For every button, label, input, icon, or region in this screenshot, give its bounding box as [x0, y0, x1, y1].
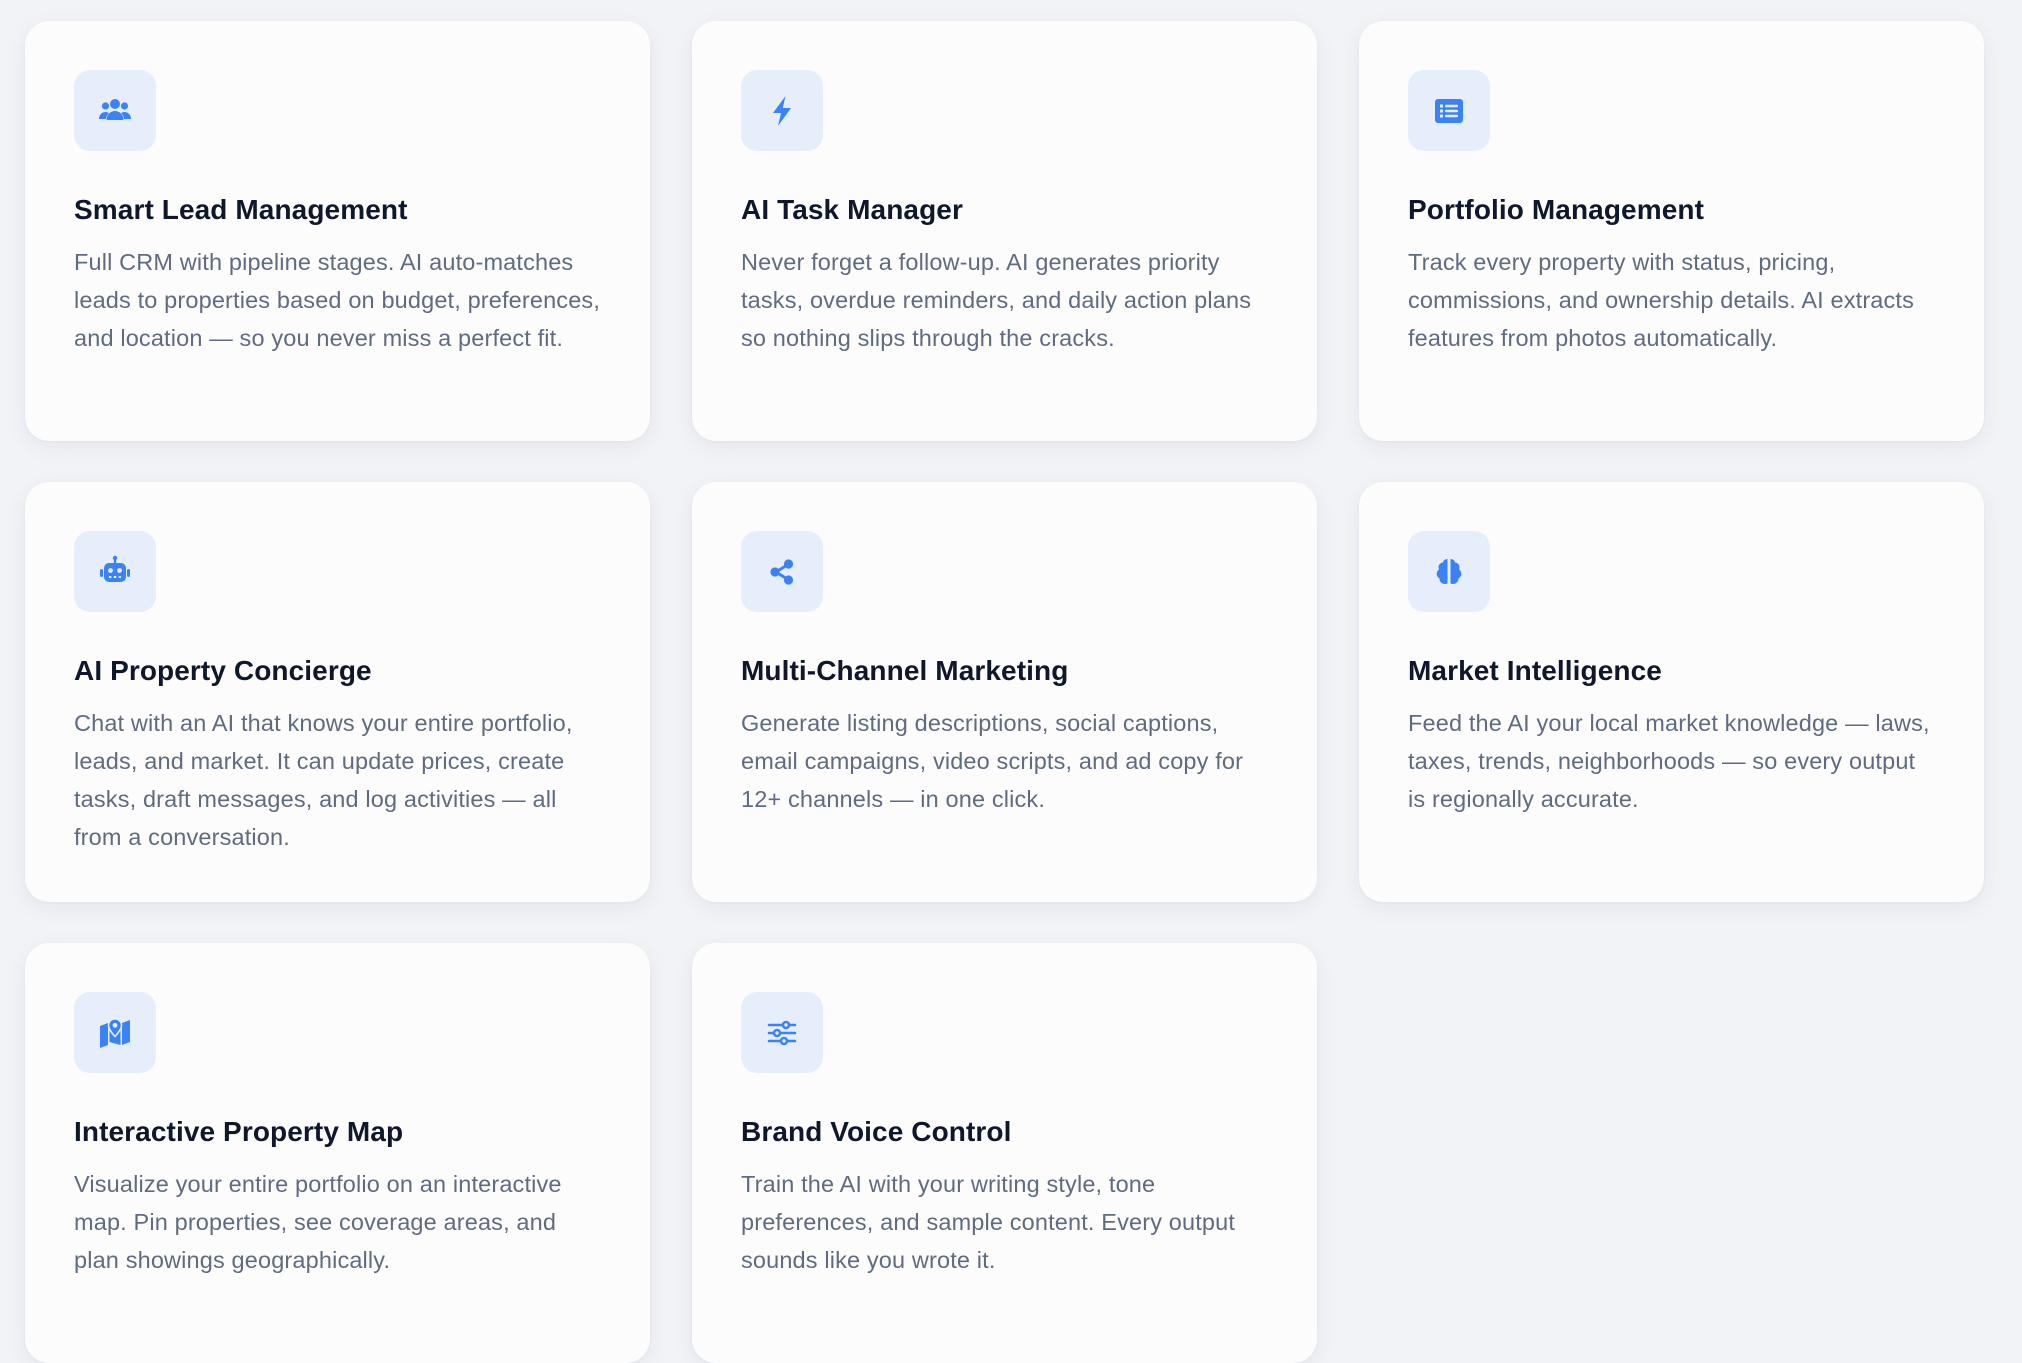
feature-card-ai-task-manager: AI Task Manager Never forget a follow-up…	[692, 21, 1317, 441]
feature-title: AI Task Manager	[741, 194, 963, 225]
feature-description: Train the AI with your writing style, to…	[741, 1171, 1236, 1273]
feature-title: Smart Lead Management	[74, 194, 408, 225]
feature-description: Track every property with status, pricin…	[1408, 249, 1914, 351]
feature-title: AI Property Concierge	[74, 655, 372, 686]
feature-card-ai-property-concierge: AI Property Concierge Chat with an AI th…	[25, 482, 650, 902]
users-icon	[74, 70, 156, 151]
feature-description: Generate listing descriptions, social ca…	[741, 710, 1244, 812]
feature-card-multi-channel-marketing: Multi-Channel Marketing Generate listing…	[692, 482, 1317, 902]
share-icon	[741, 531, 823, 612]
feature-description: Chat with an AI that knows your entire p…	[74, 710, 573, 850]
feature-title: Portfolio Management	[1408, 194, 1705, 225]
robot-icon	[74, 531, 156, 612]
feature-title: Market Intelligence	[1408, 655, 1662, 686]
feature-description: Full CRM with pipeline stages. AI auto-m…	[74, 249, 601, 351]
list-icon	[1408, 70, 1490, 151]
bolt-icon	[741, 70, 823, 151]
feature-title: Interactive Property Map	[74, 1116, 404, 1147]
feature-description: Feed the AI your local market knowledge …	[1408, 710, 1930, 812]
feature-title: Brand Voice Control	[741, 1116, 1012, 1147]
features-grid: Smart Lead Management Full CRM with pipe…	[25, 21, 1984, 1363]
sliders-icon	[741, 992, 823, 1073]
map-pin-icon	[74, 992, 156, 1073]
feature-description: Never forget a follow-up. AI generates p…	[741, 249, 1252, 351]
feature-card-portfolio-management: Portfolio Management Track every propert…	[1359, 21, 1984, 441]
brain-icon	[1408, 531, 1490, 612]
feature-description: Visualize your entire portfolio on an in…	[74, 1171, 562, 1273]
feature-card-brand-voice-control: Brand Voice Control Train the AI with yo…	[692, 943, 1317, 1363]
feature-card-smart-lead-management: Smart Lead Management Full CRM with pipe…	[25, 21, 650, 441]
feature-card-interactive-property-map: Interactive Property Map Visualize your …	[25, 943, 650, 1363]
feature-card-market-intelligence: Market Intelligence Feed the AI your loc…	[1359, 482, 1984, 902]
feature-title: Multi-Channel Marketing	[741, 655, 1069, 686]
